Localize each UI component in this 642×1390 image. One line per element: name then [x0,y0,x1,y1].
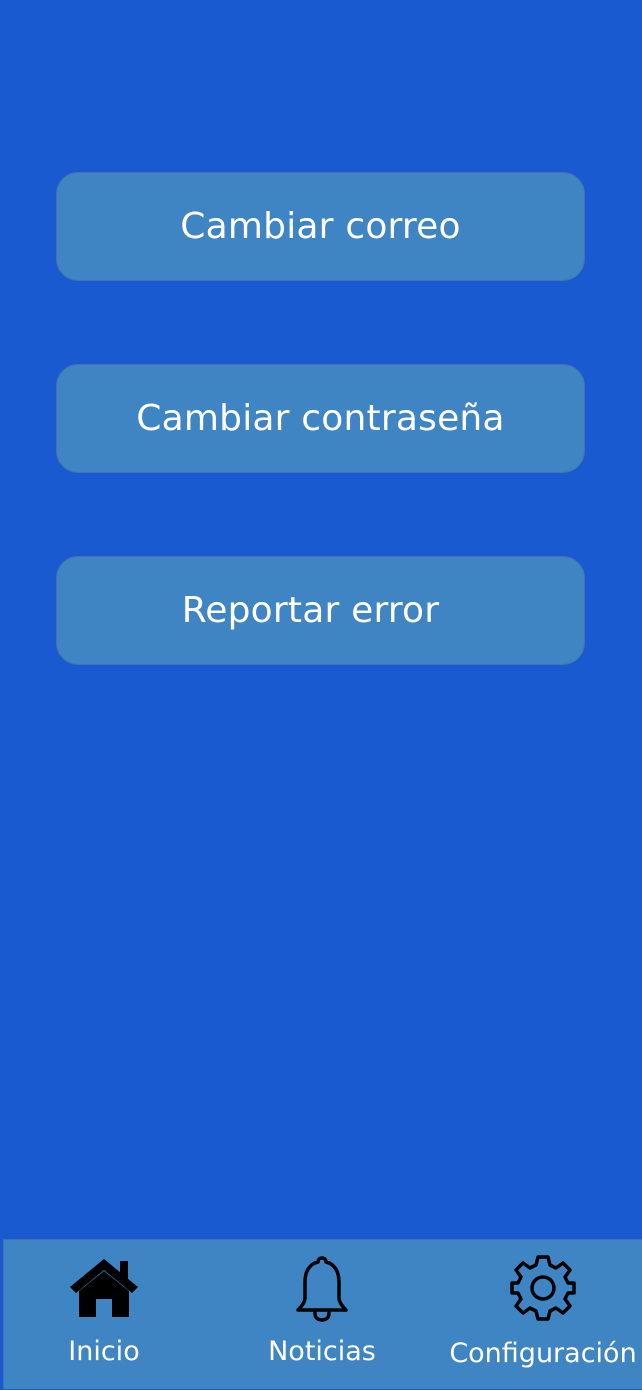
report-error-label: Reportar error [181,590,440,631]
nav-item-inicio[interactable]: Inicio [44,1240,164,1390]
nav-label-noticias: Noticias [268,1336,376,1367]
change-email-button[interactable]: Cambiar correo [56,172,585,281]
change-email-label: Cambiar correo [180,206,461,247]
change-password-button[interactable]: Cambiar contraseña [56,364,585,473]
change-password-label: Cambiar contraseña [136,398,505,439]
gear-icon [507,1240,579,1336]
nav-label-inicio: Inicio [68,1336,140,1367]
bottom-navigation-bar: Inicio Noticias Configuración [3,1239,642,1389]
bell-icon [294,1240,350,1336]
settings-screen: Cambiar correo Cambiar contraseña Report… [0,0,642,1389]
nav-item-noticias[interactable]: Noticias [262,1240,382,1390]
nav-item-configuracion[interactable]: Configuración [445,1240,641,1390]
nav-label-configuracion: Configuración [449,1338,637,1369]
report-error-button[interactable]: Reportar error [56,556,585,665]
home-icon [68,1240,140,1336]
